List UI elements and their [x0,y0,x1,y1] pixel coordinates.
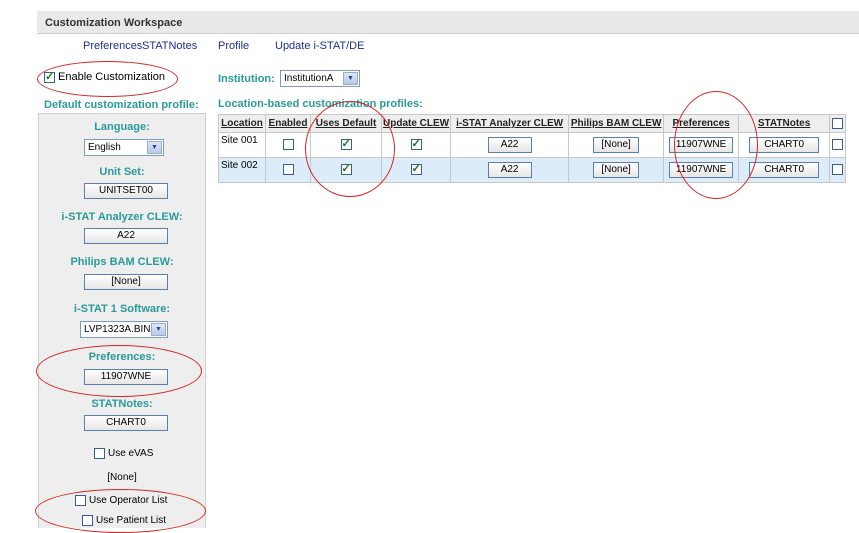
preferences-row-button[interactable]: 11907WNE [669,162,734,178]
institution-select[interactable]: InstitutionA ▼ [280,70,360,87]
istat-clew-label: i-STAT Analyzer CLEW: [61,211,183,223]
chevron-down-icon[interactable]: ▼ [151,323,166,336]
use-patient-list-checkbox[interactable] [82,515,93,526]
philips-clew-label: Philips BAM CLEW: [70,256,174,268]
location-cell: Site 001 [218,132,266,158]
enabled-cell [265,132,311,158]
use-operator-list-label: Use Operator List [89,495,168,506]
uses-default-checkbox[interactable] [340,137,352,151]
enabled-checkbox[interactable] [282,139,294,151]
statnotes-row-button[interactable]: CHART0 [749,137,820,153]
row-select-cell [829,157,847,183]
preferences-button[interactable]: 11907WNE [84,369,168,385]
chevron-down-icon[interactable]: ▼ [147,141,162,154]
table-header-row: Location Enabled Uses Default Update CLE… [218,114,847,133]
workspace-header: Customization Workspace [37,11,859,34]
enable-customization-row: Enable Customization [44,70,166,87]
statnotes-cell: CHART0 [738,132,831,158]
uses-default-cell [310,132,382,158]
enable-customization-checkbox[interactable] [44,70,55,83]
istat1-software-value: LVP1323A.BIN [84,324,151,335]
unit-set-button[interactable]: UNITSET00 [84,183,168,199]
update-clew-cell [380,157,452,183]
tab-profile[interactable]: Profile [218,40,249,52]
philips-clew-row-button[interactable]: [None] [593,162,640,178]
preferences-cell: 11907WNE [663,132,740,158]
select-all-checkbox[interactable] [832,117,844,129]
default-profile-panel: Language: English ▼ Unit Set: UNITSET00 … [38,113,206,528]
use-evas-checkbox[interactable] [94,448,105,459]
col-update-clew[interactable]: Update CLEW [380,114,452,133]
location-profiles-table: Location Enabled Uses Default Update CLE… [218,114,847,183]
istat1-software-label: i-STAT 1 Software: [73,303,171,315]
update-clew-checkbox[interactable] [410,137,422,151]
row-select-cell [829,132,847,158]
istat-clew-cell: A22 [450,157,570,183]
philips-clew-cell: [None] [568,132,665,158]
enabled-checkbox[interactable] [282,164,294,176]
update-clew-cell [380,132,452,158]
institution-value: InstitutionA [284,73,334,84]
default-profile-title: Default customization profile: [44,99,199,111]
institution-label: Institution: [218,73,275,85]
evas-value: [None] [107,472,137,483]
istat-clew-row-button[interactable]: A22 [487,137,532,153]
enabled-cell [265,157,311,183]
col-enabled[interactable]: Enabled [265,114,311,133]
use-operator-list-row: Use Operator List [75,495,167,506]
philips-clew-button[interactable]: [None] [84,274,168,290]
uses-default-checkbox[interactable] [340,162,352,176]
use-patient-list-row: Use Patient List [82,515,166,526]
use-evas-row: Use eVAS [94,448,153,459]
col-preferences[interactable]: Preferences [663,114,740,133]
istat-clew-row-button[interactable]: A22 [487,162,532,178]
row-select-checkbox[interactable] [832,164,844,176]
tab-preferences[interactable]: Preferences [83,40,142,52]
col-statnotes[interactable]: STATNotes [738,114,831,133]
unit-set-label: Unit Set: [99,166,145,178]
uses-default-cell [310,157,382,183]
location-profiles-title: Location-based customization profiles: [218,98,423,110]
tab-update-istat-de[interactable]: Update i-STAT/DE [275,40,364,52]
language-label: Language: [94,121,150,133]
use-operator-list-checkbox[interactable] [75,495,86,506]
istat1-software-select[interactable]: LVP1323A.BIN ▼ [80,321,168,338]
preferences-row-button[interactable]: 11907WNE [669,137,734,153]
statnotes-row-button[interactable]: CHART0 [749,162,820,178]
workspace-title: Customization Workspace [45,17,183,29]
col-uses-default[interactable]: Uses Default [310,114,382,133]
philips-clew-row-button[interactable]: [None] [593,137,640,153]
statnotes-label: STATNotes: [91,398,153,410]
preferences-label: Preferences: [88,351,156,363]
table-row: Site 002 A22 [None] 11907WNE CHART0 [218,157,847,183]
use-evas-label: Use eVAS [108,448,154,459]
language-select[interactable]: English ▼ [84,139,164,156]
statnotes-cell: CHART0 [738,157,831,183]
col-philips-clew[interactable]: Philips BAM CLEW [568,114,665,133]
table-row: Site 001 A22 [None] 11907WNE CHART0 [218,132,847,158]
istat-clew-cell: A22 [450,132,570,158]
update-clew-checkbox[interactable] [410,162,422,176]
preferences-cell: 11907WNE [663,157,740,183]
tab-bar: Preferences STATNotes Profile Update i-S… [37,33,859,59]
use-patient-list-label: Use Patient List [96,515,167,526]
row-select-checkbox[interactable] [832,139,844,151]
istat-clew-button[interactable]: A22 [84,228,168,244]
location-cell: Site 002 [218,157,266,183]
col-istat-clew[interactable]: i-STAT Analyzer CLEW [450,114,570,133]
language-value: English [88,142,121,153]
col-select-all [829,114,847,133]
philips-clew-cell: [None] [568,157,665,183]
enable-customization-label: Enable Customization [58,71,166,84]
tab-statnotes[interactable]: STATNotes [142,40,197,52]
statnotes-button[interactable]: CHART0 [84,415,168,431]
chevron-down-icon[interactable]: ▼ [343,72,358,85]
col-location[interactable]: Location [218,114,266,133]
